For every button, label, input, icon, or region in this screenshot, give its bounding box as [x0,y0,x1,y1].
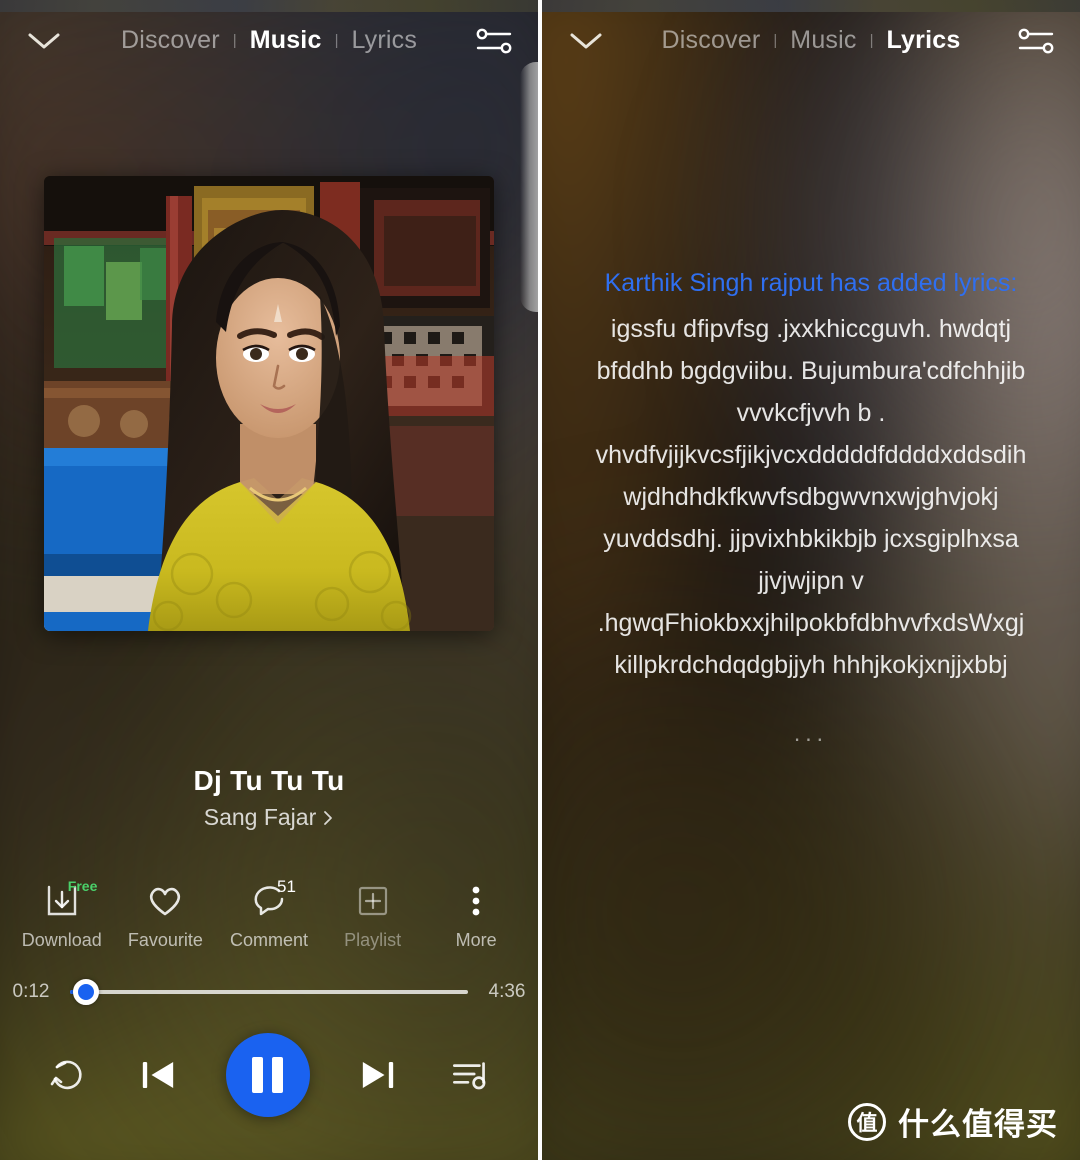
more-dots-glyph [456,881,496,921]
action-row: Free Download Favourite [0,880,538,951]
playlist-button[interactable]: Playlist [324,880,422,951]
lyrics-panel: Discover | Music | Lyrics Karthik Si [542,0,1080,1160]
favourite-label: Favourite [128,930,203,951]
tab-discover[interactable]: Discover [109,26,232,55]
drawer-edge-handle[interactable] [520,62,538,312]
heart-glyph [145,881,185,921]
favourite-button[interactable]: Favourite [116,880,214,951]
playlist-queue-icon [445,1050,495,1100]
queue-button[interactable] [445,1050,495,1100]
chevron-right-icon [322,809,334,827]
playback-controls [0,1025,538,1125]
more-label: More [456,930,497,951]
repeat-icon [43,1051,91,1099]
lyrics-text: igssfu dfipvfsg .jxxkhiccguvh. hwdqtj bf… [580,308,1042,686]
repeat-button[interactable] [43,1051,91,1099]
album-art[interactable] [44,176,494,631]
skip-previous-icon [132,1049,184,1101]
panel-divider [538,0,542,1160]
equalizer-glyph [472,26,516,56]
equalizer-icon[interactable] [1014,26,1058,56]
song-title: Dj Tu Tu Tu [0,765,538,797]
progress-row: 0:12 4:36 [0,975,538,1009]
watermark-logo-icon: 值 [848,1103,886,1141]
heart-icon [145,880,185,922]
right-tab-bar: Discover | Music | Lyrics [542,12,1080,68]
previous-button[interactable] [132,1049,184,1101]
free-badge: Free [68,878,98,894]
plus-box-icon [353,880,393,922]
equalizer-icon[interactable] [472,26,516,56]
next-button[interactable] [352,1049,404,1101]
play-pause-button[interactable] [226,1033,310,1117]
current-time: 0:12 [0,981,62,1003]
playlist-label: Playlist [344,930,401,951]
plus-box-glyph [353,881,393,921]
comment-button[interactable]: 51 Comment [220,880,318,951]
progress-track[interactable] [70,990,468,994]
watermark-text: 什么值得买 [898,1099,1058,1144]
comment-label: Comment [230,930,308,951]
artist-name: Sang Fajar [204,804,317,831]
right-header: Discover | Music | Lyrics [542,12,1080,68]
download-icon: Free [42,880,82,922]
more-dots-icon [456,880,496,922]
left-header: Discover | Music | Lyrics [0,12,538,68]
lyrics-credit: Karthik Singh rajput has added lyrics: [580,262,1042,304]
music-player-panel: Discover | Music | Lyrics [0,0,538,1160]
progress-thumb[interactable] [73,979,99,1005]
pause-icon [252,1057,263,1093]
tab-discover[interactable]: Discover [650,26,773,55]
album-art-image [44,176,494,631]
tab-music[interactable]: Music [238,26,334,55]
lyrics-ellipsis: ... [580,720,1042,747]
left-tab-bar: Discover | Music | Lyrics [0,12,538,68]
pause-icon [272,1057,283,1093]
tab-music[interactable]: Music [778,26,868,55]
skip-next-icon [352,1049,404,1101]
progress-slider[interactable] [62,975,476,1009]
chevron-right-glyph [322,809,334,827]
download-button[interactable]: Free Download [13,880,111,951]
comment-count-badge: 51 [277,877,296,897]
tab-lyrics[interactable]: Lyrics [875,26,973,55]
more-button[interactable]: More [427,880,525,951]
equalizer-glyph [1014,26,1058,56]
watermark: 值 什么值得买 [848,1099,1058,1144]
artist-row[interactable]: Sang Fajar [0,804,538,831]
comment-icon: 51 [249,880,289,922]
download-label: Download [22,930,102,951]
screenshot-root: Discover | Music | Lyrics [0,0,1080,1160]
total-time: 4:36 [476,981,538,1003]
lyrics-content[interactable]: Karthik Singh rajput has added lyrics: i… [580,262,1042,747]
tab-lyrics[interactable]: Lyrics [339,26,429,55]
